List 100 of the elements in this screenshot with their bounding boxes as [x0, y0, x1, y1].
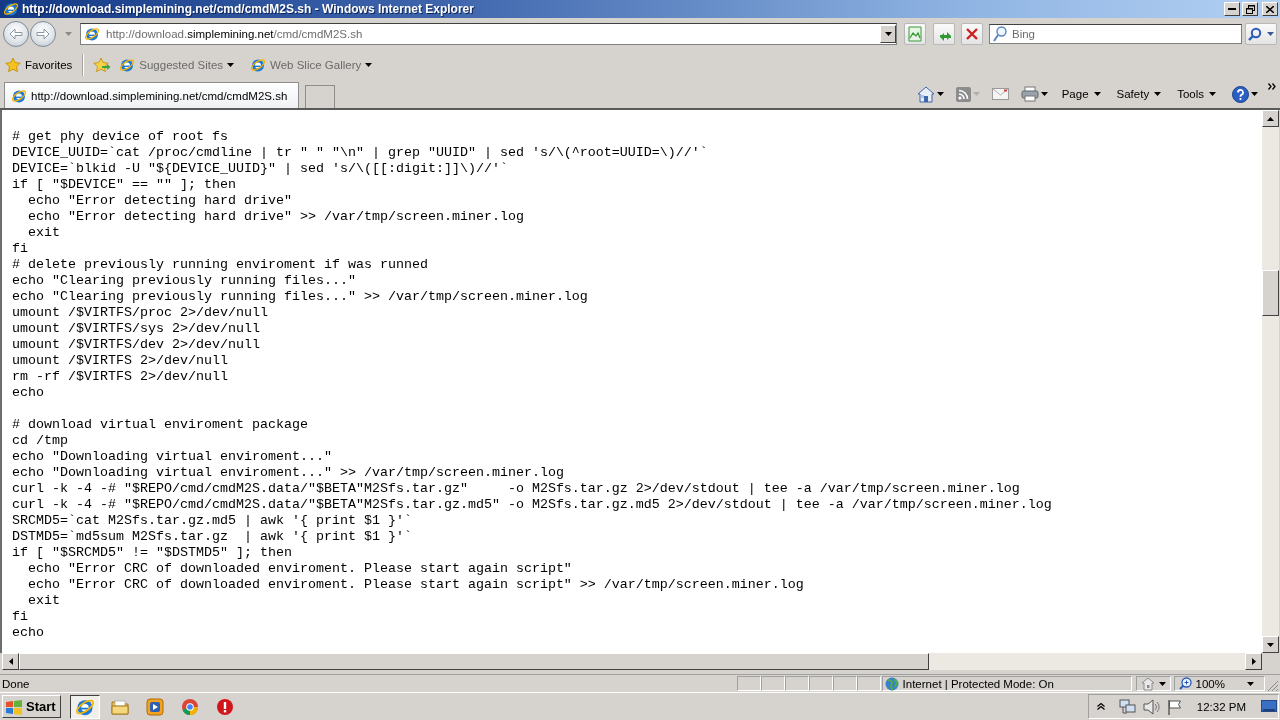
read-mail-button[interactable] [989, 87, 1011, 101]
caret-icon [972, 92, 980, 96]
speaker-icon[interactable] [1142, 698, 1161, 715]
menu-button[interactable]: Page [1059, 87, 1103, 101]
code-line: echo [12, 625, 44, 641]
forward-button[interactable] [30, 21, 56, 47]
refresh-button[interactable] [933, 23, 955, 45]
scroll-right-button[interactable] [1245, 653, 1262, 670]
back-button[interactable] [3, 21, 29, 47]
help-button[interactable] [1230, 84, 1260, 104]
triangle-left-icon [8, 658, 13, 665]
page-icon [84, 26, 100, 42]
caret-icon [1158, 681, 1166, 686]
tab-title: http://download.simplemining.net/cmd/cmdM2S.sh [31, 89, 288, 102]
code-line: # download virtual enviroment package [12, 417, 308, 433]
scroll-thumb[interactable] [1262, 270, 1279, 316]
exclamation-icon [215, 697, 234, 716]
start-button[interactable]: Start [2, 695, 61, 718]
network-icon[interactable] [1118, 698, 1137, 715]
caret-icon [1154, 92, 1162, 96]
caret-icon [1247, 681, 1254, 686]
search-field[interactable]: Bing [989, 24, 1242, 44]
minimize-button[interactable] [1224, 2, 1240, 16]
code-line: umount /$VIRTFS/sys 2>/dev/null [12, 321, 260, 337]
menu-button[interactable]: Safety [1114, 87, 1164, 101]
favorites-button[interactable]: Favorites [4, 55, 74, 75]
code-line: echo "Clearing previously running files..." [12, 273, 356, 289]
close-icon [1266, 5, 1274, 13]
taskbar-app-button[interactable] [69, 694, 100, 719]
code-line: DEVICE_UUID=`cat /proc/cmdline | tr " " "\n" | grep "UUID" | sed 's/\(^root=UUID=\)//'` [12, 145, 708, 161]
protection-button[interactable] [1135, 676, 1171, 691]
restore-icon [1245, 4, 1255, 14]
code-line: fi [12, 609, 28, 625]
code-line: echo "Error detecting hard drive" [27, 193, 292, 209]
scroll-thumb[interactable] [19, 653, 929, 670]
scroll-left-button[interactable] [2, 653, 19, 670]
caret-icon [1251, 92, 1258, 96]
globe-icon [884, 676, 899, 691]
search-icon [1248, 27, 1262, 41]
browser-tab[interactable]: http://download.simplemining.net/cmd/cmdM2S.sh [4, 82, 299, 108]
print-button[interactable] [1018, 85, 1050, 103]
triangle-down-icon [1267, 642, 1274, 647]
code-line: if [ "$SRCMD5" != "$DSTMD5" ]; then [12, 545, 292, 561]
caret-icon [227, 63, 235, 67]
triangle-right-icon [1251, 658, 1256, 665]
caret-icon [1093, 92, 1101, 96]
restore-button[interactable] [1242, 2, 1258, 16]
code-line: rm -rf /$VIRTFS 2>/dev/null [12, 369, 228, 385]
home-icon [916, 85, 935, 103]
feeds-button[interactable] [953, 85, 982, 103]
link-label: Suggested Sites [139, 59, 224, 71]
chevron-up-icon[interactable] [1096, 703, 1105, 710]
vertical-scrollbar[interactable] [1262, 110, 1280, 653]
window-title: http://download.simplemining.net/cmd/cmdM2S.sh - Windows Internet Explorer [22, 2, 475, 16]
favorites-label: Favorites [25, 59, 73, 71]
more-commands-button[interactable] [1266, 82, 1278, 91]
caret-icon [1209, 92, 1216, 96]
link-label: Web Slice Gallery [270, 59, 362, 71]
compatibility-view-button[interactable] [904, 23, 926, 45]
browser-logo-icon [250, 57, 267, 73]
arrow-left-icon [9, 28, 23, 40]
code-line: SRCMD5=`cat M2Sfs.tar.gz.md5 | awk '{ print $1 }'` [12, 513, 412, 529]
scroll-down-button[interactable] [1262, 636, 1279, 653]
code-line: echo [12, 385, 44, 401]
code-line: echo "Downloading virtual enviroment..." >> /var/tmp/screen.miner.log [12, 465, 564, 481]
envelope-icon [991, 88, 1009, 100]
code-line: DSTMD5=`md5sum M2Sfs.tar.gz | awk '{ print $1 }'` [12, 529, 412, 545]
search-button[interactable] [1245, 23, 1277, 45]
caret-icon [365, 63, 373, 67]
search-icon [993, 26, 1007, 42]
address-dropdown-button[interactable] [880, 25, 896, 43]
image-icon [908, 26, 922, 42]
browser-logo-icon [11, 87, 27, 104]
stop-button[interactable] [961, 23, 983, 45]
code-line: if [ "$DEVICE" == "" ]; then [12, 177, 236, 193]
minimize-icon [1228, 8, 1236, 10]
flag-icon[interactable] [1166, 698, 1183, 715]
favorites-link[interactable]: Web Slice Gallery [248, 55, 375, 75]
browser-logo-icon [3, 1, 19, 17]
star-icon [5, 57, 21, 73]
code-line: echo "Error detecting hard drive" >> /var/tmp/screen.miner.log [27, 209, 524, 225]
resize-grip-icon[interactable] [1267, 680, 1279, 692]
code-line: # get phy device of root fs [12, 129, 228, 145]
triangle-up-icon [1267, 116, 1274, 121]
scroll-up-button[interactable] [1262, 110, 1279, 127]
zoom-button[interactable]: 100% [1173, 676, 1265, 691]
code-line: umount /$VIRTFS 2>/dev/null [12, 353, 228, 369]
code-line: echo "Downloading virtual enviroment..." [12, 449, 332, 465]
code-line: exit [27, 225, 60, 241]
horizontal-scrollbar[interactable] [19, 653, 1245, 670]
browser-logo-icon [119, 57, 136, 73]
code-line: cd /tmp [12, 433, 68, 449]
favorites-link[interactable]: Suggested Sites [117, 55, 237, 75]
code-line: DEVICE=`blkid -U "${DEVICE_UUID}" | sed 's/\([[:digit:]]\)//'` [12, 161, 508, 177]
close-button[interactable] [1262, 2, 1278, 16]
address-field[interactable]: http://download.simplemining.net/cmd/cmdM2S.sh [80, 23, 897, 45]
menu-button[interactable]: Tools [1175, 87, 1218, 101]
clock[interactable]: 12:32 PM [1196, 700, 1246, 713]
printer-icon [1020, 86, 1039, 102]
zone-text: Internet | Protected Mode: On [902, 677, 1054, 690]
